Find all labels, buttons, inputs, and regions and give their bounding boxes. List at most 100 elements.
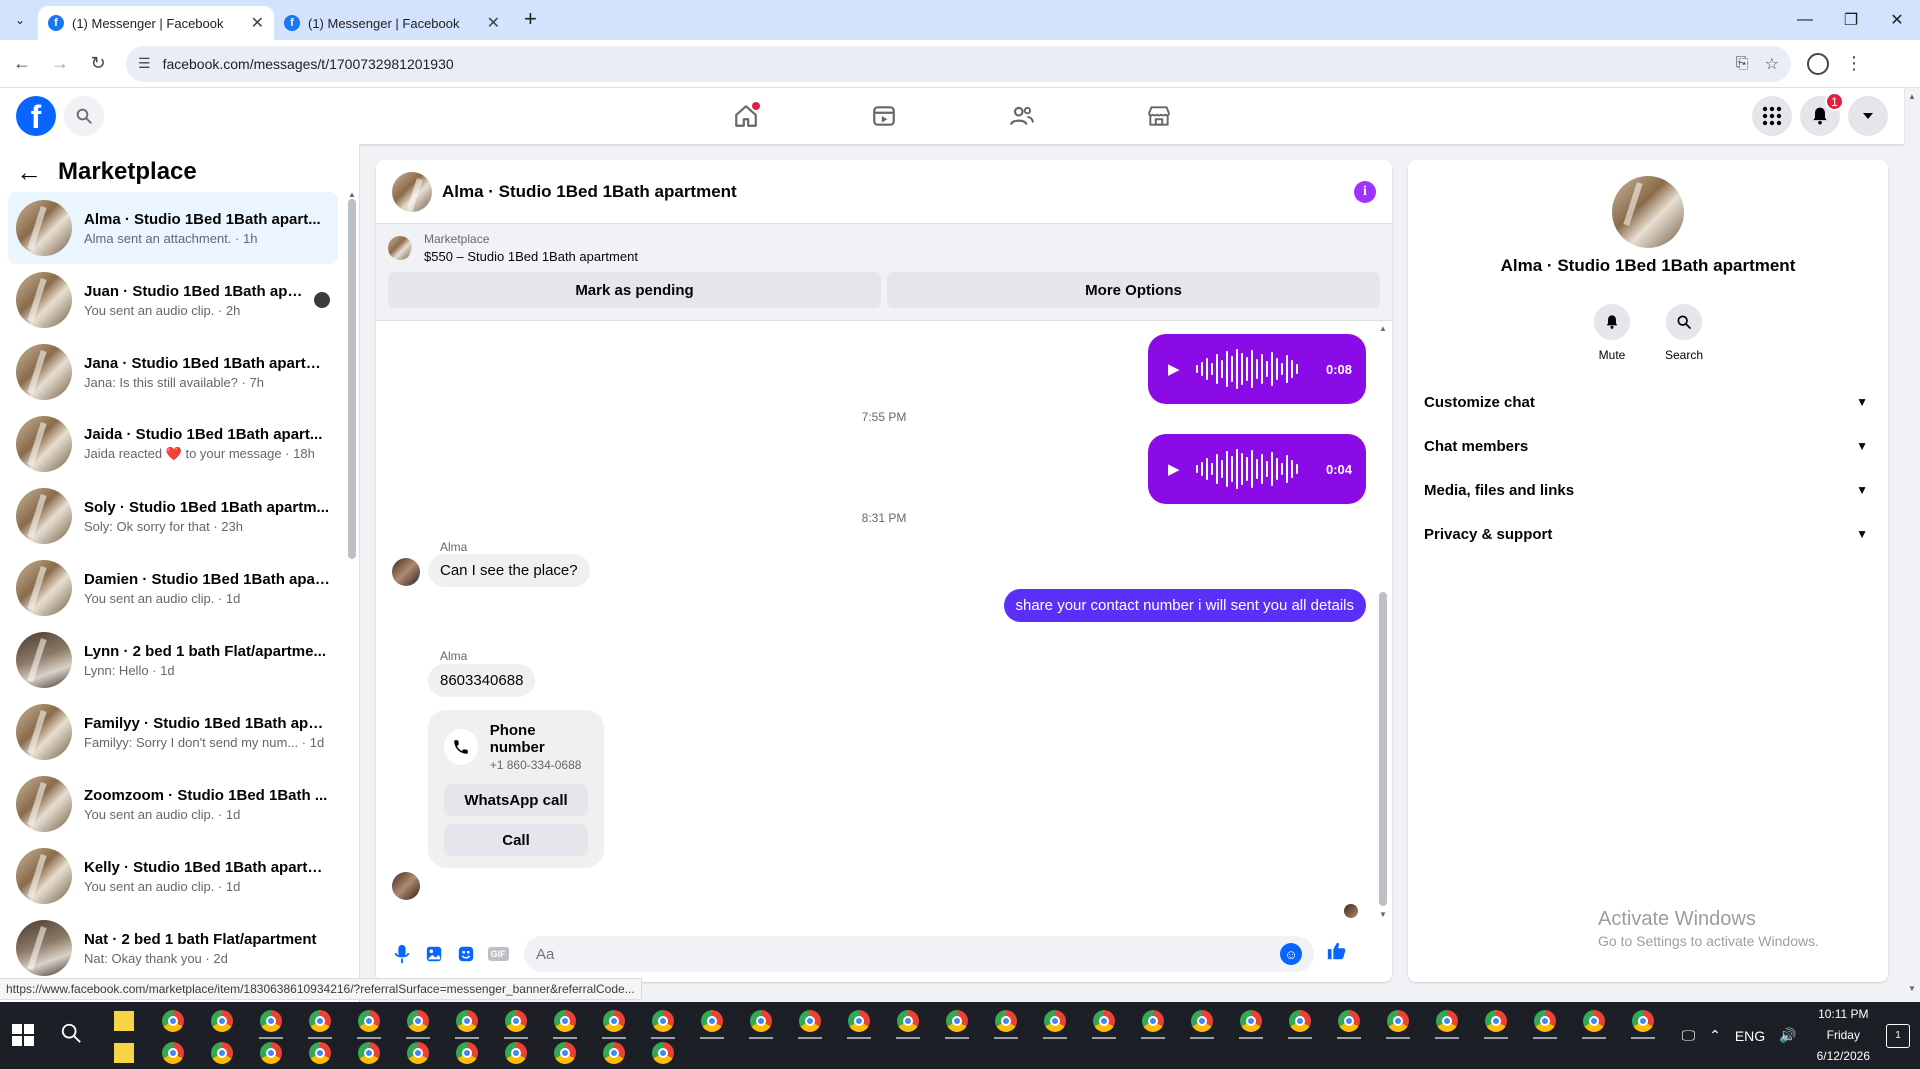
conversation-item[interactable]: Jana · Studio 1Bed 1Bath apartm... Jana:…: [8, 336, 338, 408]
play-icon[interactable]: ▶: [1168, 460, 1180, 478]
back-icon[interactable]: ←: [6, 48, 38, 80]
chrome-app-icon[interactable]: [1137, 1006, 1169, 1039]
call-button[interactable]: Call: [444, 824, 588, 856]
conversation-item[interactable]: Damien · Studio 1Bed 1Bath apar... You s…: [8, 552, 338, 624]
search-icon[interactable]: [1666, 304, 1702, 340]
chrome-app-icon[interactable]: [206, 1038, 238, 1068]
chrome-app-icon[interactable]: [647, 1006, 679, 1039]
chat-title[interactable]: Alma · Studio 1Bed 1Bath apartment: [442, 182, 1354, 202]
mark-pending-button[interactable]: Mark as pending: [388, 272, 881, 308]
chrome-app-icon[interactable]: [647, 1038, 679, 1068]
chrome-app-icon[interactable]: [1284, 1006, 1316, 1039]
facebook-search-button[interactable]: [64, 96, 104, 136]
chrome-app-icon[interactable]: [402, 1006, 434, 1039]
chrome-app-icon[interactable]: [794, 1006, 826, 1039]
tab-search-chevron-icon[interactable]: ⌄: [6, 6, 34, 34]
gif-icon[interactable]: GIF: [482, 938, 514, 970]
minimize-icon[interactable]: —: [1782, 0, 1828, 40]
profile-avatar[interactable]: [1612, 176, 1684, 248]
chrome-app-icon[interactable]: [941, 1006, 973, 1039]
forward-icon[interactable]: →: [44, 48, 76, 80]
account-button[interactable]: [1848, 96, 1888, 136]
bell-icon[interactable]: [1594, 304, 1630, 340]
conversation-item[interactable]: Nat · 2 bed 1 bath Flat/apartment Nat: O…: [8, 912, 338, 984]
photo-icon[interactable]: [418, 938, 450, 970]
notifications-button[interactable]: 1: [1800, 92, 1844, 136]
sidebar-scrollbar[interactable]: [348, 199, 356, 559]
conversation-item[interactable]: Soly · Studio 1Bed 1Bath apartm... Soly:…: [8, 480, 338, 552]
browser-tab-1[interactable]: f (1) Messenger | Facebook ✕: [38, 6, 274, 40]
volume-icon[interactable]: 🔊: [1779, 1027, 1796, 1044]
taskbar-clock[interactable]: 10:11 PM Friday 6/12/2026: [1817, 1004, 1870, 1067]
tray-chevron-up-icon[interactable]: ⌃: [1709, 1027, 1721, 1044]
facebook-logo-icon[interactable]: f: [16, 96, 56, 136]
chrome-app-icon[interactable]: [598, 1006, 630, 1039]
page-scroll-up-icon[interactable]: ▲: [1908, 92, 1916, 101]
nav-home[interactable]: [728, 98, 764, 134]
conversation-item[interactable]: Juan · Studio 1Bed 1Bath apart... You se…: [8, 264, 338, 336]
chrome-app-icon[interactable]: [549, 1006, 581, 1039]
url-omnibox[interactable]: ☰ facebook.com/messages/t/17007329812019…: [126, 45, 1791, 82]
info-icon[interactable]: i: [1354, 180, 1376, 203]
nav-marketplace[interactable]: [1141, 98, 1177, 134]
url-text[interactable]: facebook.com/messages/t/1700732981201930: [163, 56, 1720, 72]
chrome-app-icon[interactable]: [500, 1006, 532, 1039]
chrome-app-icon[interactable]: [1333, 1006, 1365, 1039]
incoming-message[interactable]: Can I see the place?: [428, 554, 590, 587]
play-icon[interactable]: ▶: [1168, 360, 1180, 378]
sticky-notes-app-icon[interactable]: [108, 1038, 140, 1068]
incoming-message[interactable]: 8603340688: [428, 664, 536, 697]
chrome-app-icon[interactable]: [598, 1038, 630, 1068]
chrome-app-icon[interactable]: [1088, 1006, 1120, 1039]
scroll-up-arrow-icon[interactable]: ▲: [348, 190, 356, 199]
chrome-app-icon[interactable]: [1382, 1006, 1414, 1039]
section-customize-chat[interactable]: Customize chat ▼: [1416, 380, 1880, 424]
chrome-app-icon[interactable]: [1529, 1006, 1561, 1039]
browser-tab-2[interactable]: f (1) Messenger | Facebook ✕: [274, 6, 510, 40]
chrome-app-icon[interactable]: [1186, 1006, 1218, 1039]
like-thumb-icon[interactable]: [1326, 940, 1348, 968]
language-indicator[interactable]: ENG: [1735, 1028, 1765, 1044]
chrome-app-icon[interactable]: [745, 1006, 777, 1039]
chrome-app-icon[interactable]: [402, 1038, 434, 1068]
sender-avatar[interactable]: [392, 872, 420, 900]
sender-avatar[interactable]: [392, 558, 420, 586]
section-privacy-support[interactable]: Privacy & support ▼: [1416, 512, 1880, 556]
chrome-app-icon[interactable]: [892, 1006, 924, 1039]
chrome-app-icon[interactable]: [1480, 1006, 1512, 1039]
bookmark-star-icon[interactable]: ☆: [1765, 54, 1779, 74]
chrome-app-icon[interactable]: [1627, 1006, 1659, 1039]
new-tab-button[interactable]: +: [524, 6, 537, 32]
outgoing-message[interactable]: share your contact number i will sent yo…: [1003, 589, 1366, 622]
back-arrow-icon[interactable]: ←: [16, 157, 42, 188]
chrome-app-icon[interactable]: [451, 1006, 483, 1039]
conversation-item[interactable]: Jaida · Studio 1Bed 1Bath apart... Jaida…: [8, 408, 338, 480]
conversation-item[interactable]: Familyy · Studio 1Bed 1Bath apar... Fami…: [8, 696, 338, 768]
chrome-app-icon[interactable]: [1039, 1006, 1071, 1039]
chrome-app-icon[interactable]: [1235, 1006, 1267, 1039]
sticker-icon[interactable]: [450, 938, 482, 970]
browser-menu-icon[interactable]: ⋮: [1845, 53, 1863, 74]
menu-grid-button[interactable]: [1752, 96, 1792, 136]
chrome-app-icon[interactable]: [304, 1006, 336, 1039]
install-app-icon[interactable]: ⎘: [1736, 55, 1749, 73]
voice-message[interactable]: ▶ 0:04: [1148, 434, 1366, 504]
chrome-app-icon[interactable]: [157, 1006, 189, 1036]
more-options-button[interactable]: More Options: [887, 272, 1380, 308]
chrome-app-icon[interactable]: [696, 1006, 728, 1039]
chrome-app-icon[interactable]: [843, 1006, 875, 1039]
section-chat-members[interactable]: Chat members ▼: [1416, 424, 1880, 468]
chrome-app-icon[interactable]: [500, 1038, 532, 1068]
page-scroll-down-icon[interactable]: ▼: [1908, 984, 1916, 993]
scroll-down-arrow-icon[interactable]: ▼: [1379, 910, 1387, 919]
conversation-item[interactable]: Kelly · Studio 1Bed 1Bath apartm... You …: [8, 840, 338, 912]
restore-icon[interactable]: ❐: [1828, 0, 1874, 40]
chrome-app-icon[interactable]: [353, 1006, 385, 1039]
close-window-icon[interactable]: ✕: [1874, 0, 1920, 40]
tab-close-icon[interactable]: ✕: [251, 13, 264, 33]
search-action[interactable]: Search: [1665, 304, 1703, 362]
site-info-icon[interactable]: ☰: [138, 55, 151, 72]
scroll-up-arrow-icon[interactable]: ▲: [1379, 324, 1387, 333]
chrome-app-icon[interactable]: [255, 1006, 287, 1039]
chrome-app-icon[interactable]: [304, 1038, 336, 1068]
